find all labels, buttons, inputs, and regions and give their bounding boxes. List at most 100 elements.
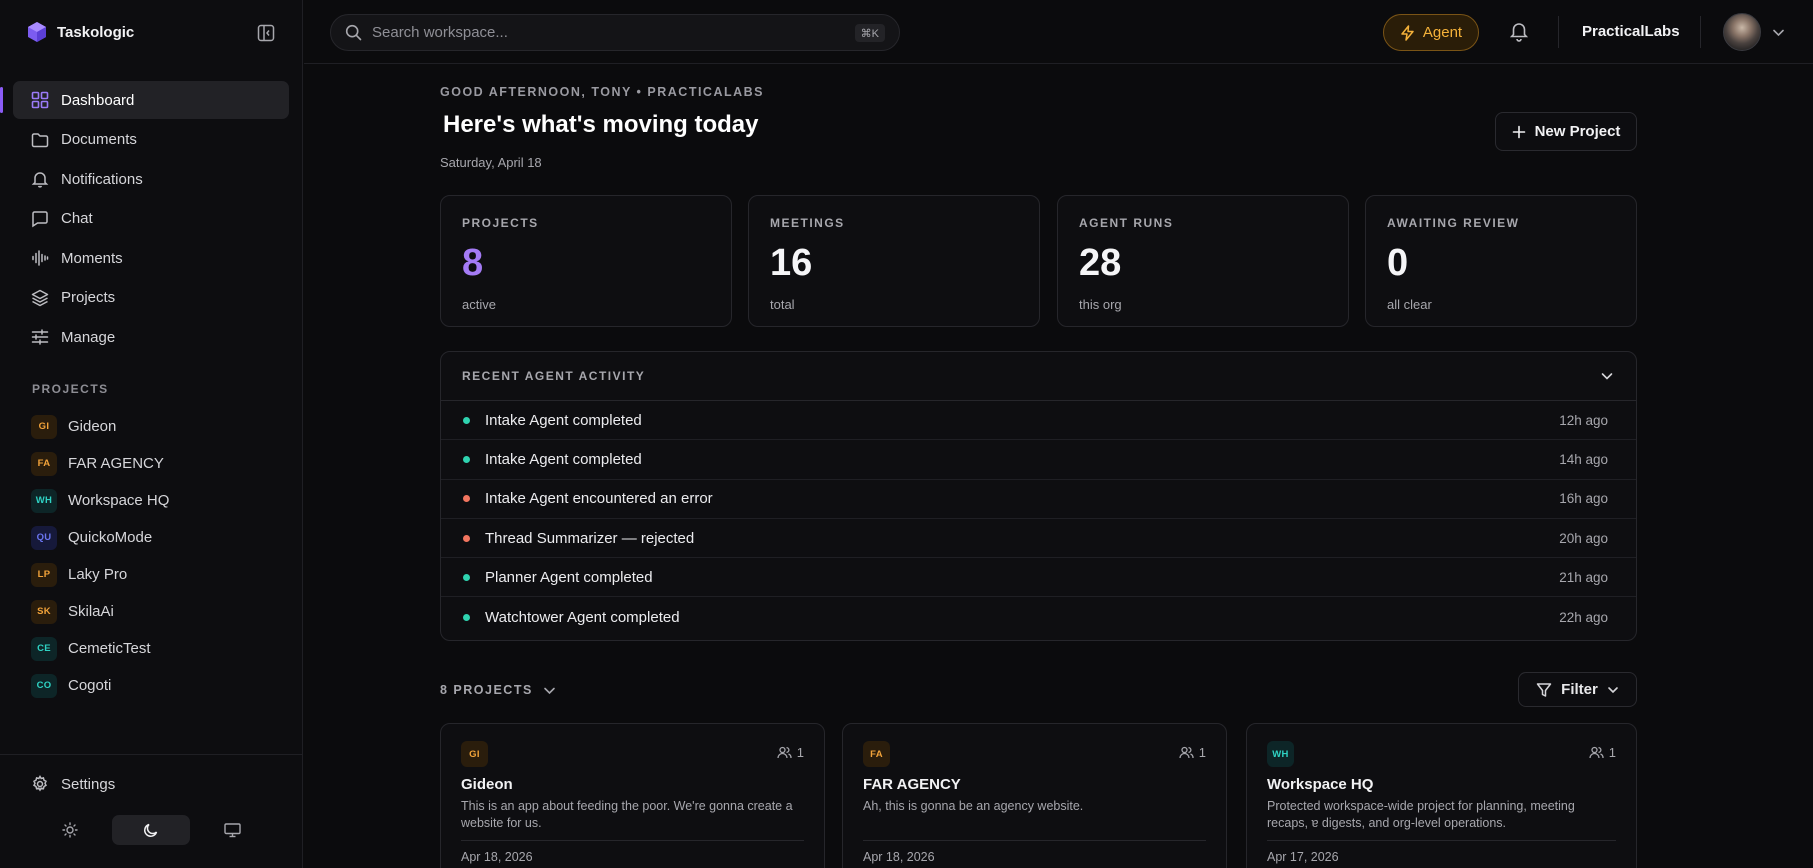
card-title: FAR AGENCY: [863, 776, 961, 793]
card-date: Apr 18, 2026: [863, 850, 935, 864]
nav-item-manage[interactable]: Manage: [13, 318, 289, 356]
activity-row[interactable]: Intake Agent encountered an error 16h ag…: [441, 480, 1636, 519]
filter-button[interactable]: Filter: [1518, 672, 1637, 707]
grid-icon: [31, 91, 49, 109]
status-dot-success: [463, 416, 470, 424]
nav-label: Dashboard: [61, 91, 135, 109]
sidebar-project-far-agency[interactable]: FA FAR AGENCY: [31, 445, 291, 482]
activity-header[interactable]: RECENT AGENT ACTIVITY: [441, 352, 1636, 401]
sidebar-project-cemetictest[interactable]: CE CemeticTest: [31, 630, 291, 667]
stats-row: PROJECTS 8 active MEETINGS 16 total AGEN…: [440, 195, 1637, 327]
project-badge: CO: [31, 673, 57, 698]
org-switcher[interactable]: PracticalLabs: [1582, 23, 1680, 40]
nav-label: Documents: [61, 131, 137, 148]
new-project-label: New Project: [1534, 123, 1621, 140]
theme-system-button[interactable]: [193, 815, 271, 845]
stat-card-projects: PROJECTS 8 active: [440, 195, 732, 327]
sidebar-project-cogoti[interactable]: CO Cogoti: [31, 667, 291, 704]
brand[interactable]: Taskologic: [27, 20, 134, 44]
activity-row[interactable]: Planner Agent completed 21h ago: [441, 558, 1636, 598]
project-label: Gideon: [68, 418, 117, 435]
topbar-divider: [1558, 16, 1559, 48]
project-card-far-agency[interactable]: FA 1 FAR AGENCY Ah, this is gonna be an …: [842, 723, 1227, 868]
recent-activity-panel: RECENT AGENT ACTIVITY Intake Agent compl…: [440, 351, 1637, 641]
nav-item-chat[interactable]: Chat: [13, 200, 289, 238]
new-project-button[interactable]: New Project: [1495, 112, 1637, 151]
search-input[interactable]: [372, 24, 842, 41]
activity-text: Intake Agent completed: [485, 450, 642, 468]
users-icon: [1589, 746, 1604, 759]
card-description: This is an app about feeding the poor. W…: [461, 799, 793, 830]
stat-sub: active: [462, 297, 496, 312]
theme-light-button[interactable]: [31, 815, 109, 845]
nav-item-projects[interactable]: Projects: [13, 279, 289, 317]
nav-label: Chat: [61, 210, 93, 227]
stat-value: 28: [1079, 242, 1122, 284]
notifications-button[interactable]: [1509, 20, 1529, 42]
activity-row[interactable]: Watchtower Agent completed 22h ago: [441, 597, 1636, 636]
activity-row[interactable]: Thread Summarizer — rejected 20h ago: [441, 519, 1636, 559]
sliders-icon: [31, 328, 49, 346]
project-card-workspace-hq[interactable]: WH 1 Workspace HQ Protected workspace-wi…: [1246, 723, 1637, 868]
member-count: 1: [1589, 745, 1616, 760]
project-label: Laky Pro: [68, 566, 128, 583]
sidebar-project-skilaai[interactable]: SK SkilaAi: [31, 593, 291, 630]
projects-count-label: 8 PROJECTS: [440, 683, 533, 697]
theme-switcher: [31, 815, 271, 845]
sidebar-project-quickomode[interactable]: QU QuickoMode: [31, 519, 291, 556]
project-label: FAR AGENCY: [68, 455, 164, 472]
activity-row[interactable]: Intake Agent completed 14h ago: [441, 440, 1636, 480]
sidebar-project-laky-pro[interactable]: LP Laky Pro: [31, 556, 291, 593]
nav-item-moments[interactable]: Moments: [13, 239, 289, 277]
sidebar-footer: Settings: [0, 754, 303, 868]
card-description: Ah, this is gonna be an agency website.: [863, 799, 1084, 813]
project-card-gideon[interactable]: GI 1 Gideon This is an app about feeding…: [440, 723, 825, 868]
stat-sub: all clear: [1387, 297, 1432, 312]
activity-text: Watchtower Agent completed: [485, 608, 680, 626]
activity-time: 22h ago: [1559, 609, 1608, 625]
project-badge: WH: [31, 488, 57, 513]
nav-item-documents[interactable]: Documents: [13, 121, 289, 159]
nav-item-dashboard[interactable]: Dashboard: [0, 81, 289, 119]
collapse-sidebar-button[interactable]: [254, 21, 278, 45]
project-badge: GI: [461, 741, 488, 767]
bell-icon: [1509, 20, 1529, 42]
stat-value: 8: [462, 242, 484, 284]
topbar: ⌘K Agent PracticalLabs: [304, 0, 1813, 64]
page-title: Here's what's moving today: [443, 111, 759, 138]
activity-time: 16h ago: [1559, 491, 1608, 507]
app-name: Taskologic: [57, 23, 135, 41]
projects-section-label: PROJECTS: [32, 382, 109, 396]
activity-text: Planner Agent completed: [485, 568, 653, 586]
activity-text: Intake Agent encountered an error: [485, 490, 713, 508]
activity-time: 21h ago: [1559, 569, 1608, 585]
activity-row[interactable]: Intake Agent completed 12h ago: [441, 401, 1636, 441]
theme-dark-button[interactable]: [112, 815, 190, 845]
sun-icon: [62, 822, 78, 838]
gear-icon: [31, 775, 49, 793]
filter-label: Filter: [1561, 681, 1598, 698]
stat-label: AGENT RUNS: [1079, 216, 1174, 230]
search-bar[interactable]: ⌘K: [330, 14, 900, 51]
sidebar-project-gideon[interactable]: GI Gideon: [31, 408, 291, 445]
chevron-down-icon[interactable]: [1600, 369, 1614, 383]
stat-label: AWAITING REVIEW: [1387, 216, 1520, 230]
sidebar-project-workspace-hq[interactable]: WH Workspace HQ: [31, 482, 291, 519]
chevron-down-icon[interactable]: [1772, 26, 1785, 39]
settings-label: Settings: [61, 775, 116, 793]
member-count-value: 1: [1608, 745, 1616, 760]
main-nav: Dashboard Documents Notifications Chat M…: [0, 81, 289, 358]
agent-label: Agent: [1422, 24, 1463, 41]
card-divider: [1267, 840, 1616, 841]
avatar[interactable]: [1723, 13, 1761, 51]
agent-button[interactable]: Agent: [1383, 14, 1479, 51]
search-icon: [345, 24, 362, 41]
status-dot-success: [463, 573, 470, 581]
topbar-divider: [1700, 16, 1701, 48]
projects-count-toggle[interactable]: 8 PROJECTS: [440, 683, 556, 697]
project-cards: GI 1 Gideon This is an app about feeding…: [440, 723, 1637, 868]
settings-link[interactable]: Settings: [31, 775, 115, 793]
project-label: QuickoMode: [68, 529, 153, 546]
stat-value: 16: [770, 242, 813, 284]
nav-item-notifications[interactable]: Notifications: [13, 160, 289, 198]
